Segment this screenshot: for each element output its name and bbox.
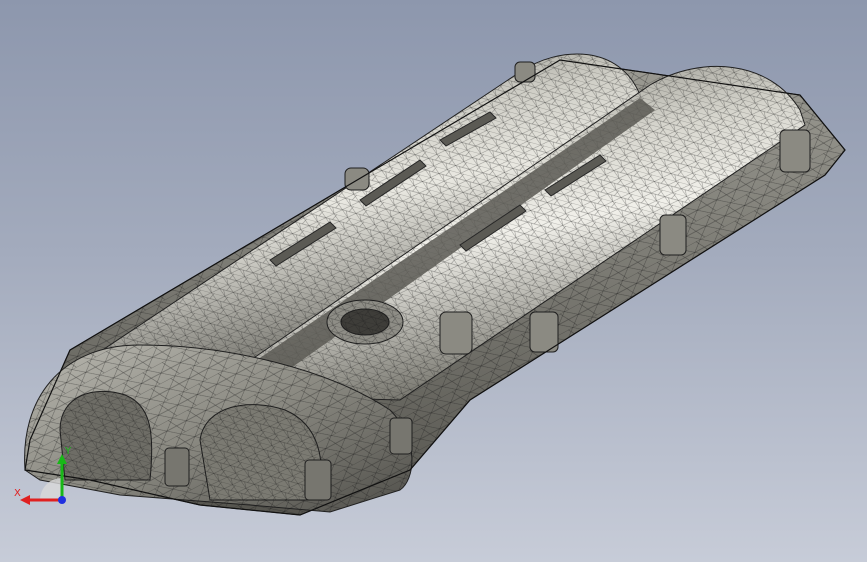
triad-x-label: X bbox=[14, 488, 21, 499]
triad-x-arrow bbox=[20, 495, 30, 505]
coordinate-triad: X Y bbox=[14, 446, 72, 505]
triad-base-arc bbox=[40, 478, 62, 500]
valve-cover-mesh-model[interactable] bbox=[0, 0, 867, 562]
filler-ring bbox=[326, 299, 404, 345]
triad-z-axis bbox=[58, 496, 66, 504]
triad-y-label: Y bbox=[64, 446, 72, 457]
graphics-viewport[interactable]: X Y bbox=[0, 0, 867, 562]
